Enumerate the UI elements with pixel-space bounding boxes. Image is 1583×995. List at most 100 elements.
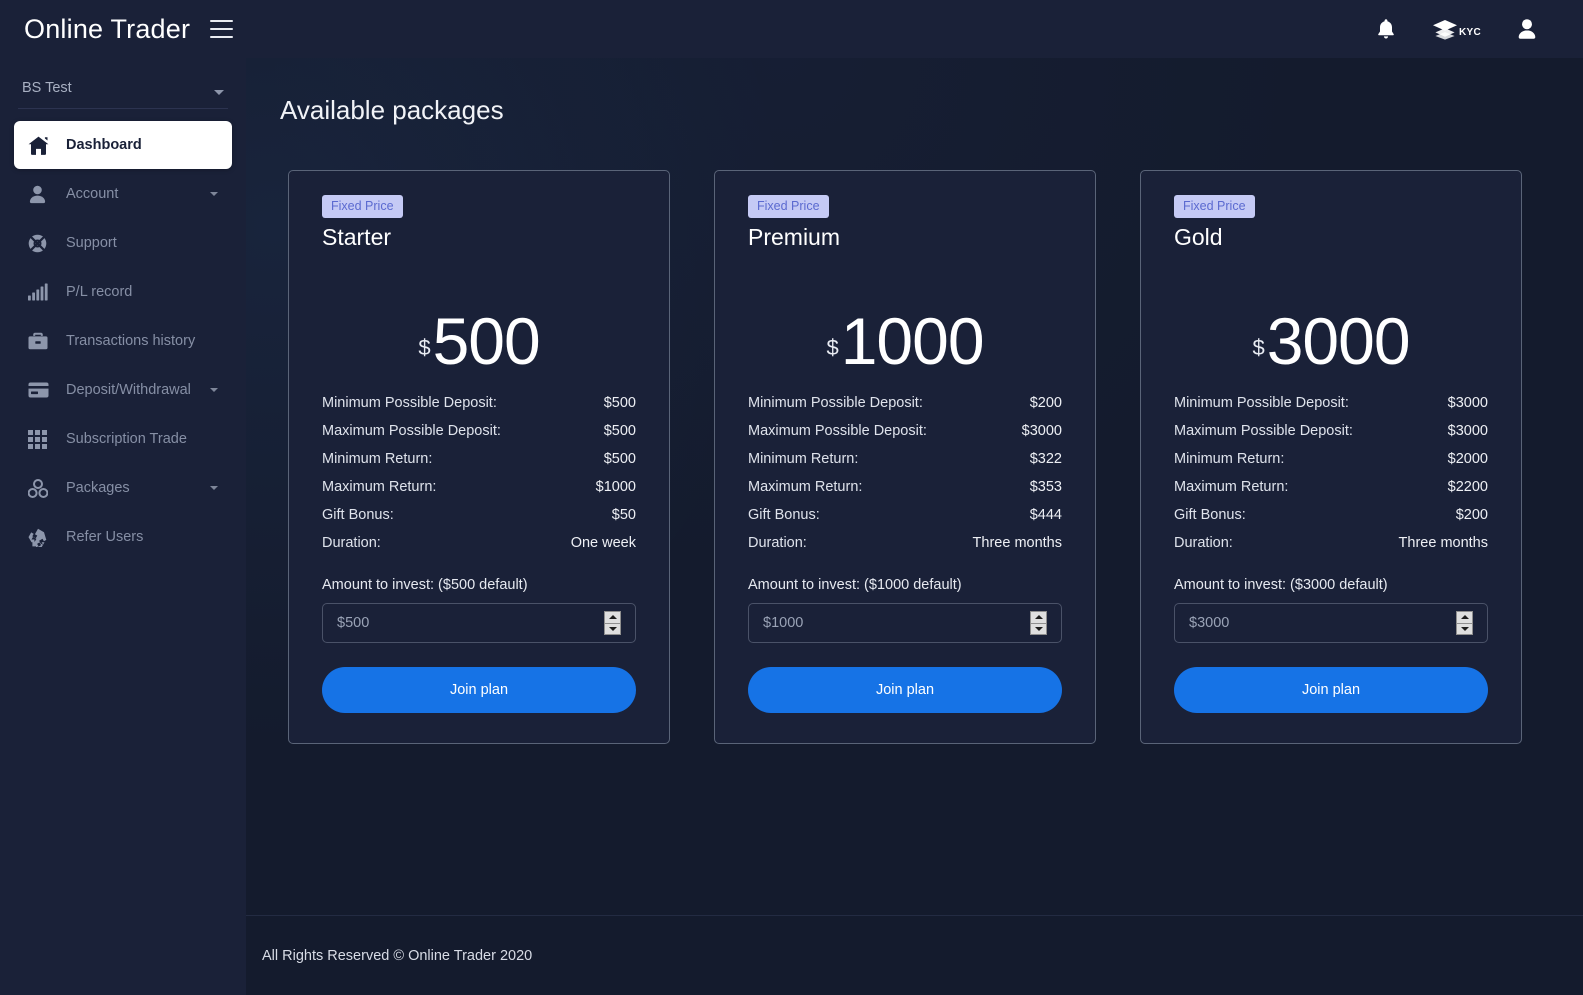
spec-value: $3000 <box>1447 423 1488 439</box>
grid-icon <box>28 429 54 449</box>
spec-value: Three months <box>972 535 1062 551</box>
packages-grid: Fixed Price Starter $ 500 Minimum Possib… <box>246 126 1583 744</box>
package-price: $ 1000 <box>748 255 1062 374</box>
spec-value: One week <box>570 535 636 551</box>
spec-value: $1000 <box>595 479 636 495</box>
spec-value: $2000 <box>1447 451 1488 467</box>
status-badge: Fixed Price <box>322 195 403 218</box>
invest-amount-field[interactable] <box>322 603 636 643</box>
chevron-down-icon <box>210 486 218 490</box>
quantity-stepper[interactable] <box>604 611 621 635</box>
spec-label: Minimum Return: <box>322 451 433 467</box>
package-card-premium: Fixed Price Premium $ 1000 Minimum Possi… <box>714 170 1096 744</box>
sidebar: BS Test Dashboard Account Support P/L re… <box>0 58 246 995</box>
invest-amount-field[interactable] <box>748 603 1062 643</box>
spec-label: Duration: <box>1174 535 1233 551</box>
spec-value: $3000 <box>1447 395 1488 411</box>
spec-label: Gift Bonus: <box>748 507 820 523</box>
sidebar-item-transactions-history[interactable]: Transactions history <box>14 317 232 365</box>
spec-row: Minimum Possible Deposit: $200 <box>748 389 1062 417</box>
package-card-gold: Fixed Price Gold $ 3000 Minimum Possible… <box>1140 170 1522 744</box>
spec-row: Minimum Possible Deposit: $3000 <box>1174 389 1488 417</box>
join-plan-button[interactable]: Join plan <box>322 667 636 713</box>
sidebar-item-packages[interactable]: Packages <box>14 464 232 512</box>
spec-row: Gift Bonus: $444 <box>748 501 1062 529</box>
invest-label: Amount to invest: ($1000 default) <box>748 577 962 593</box>
sidebar-item-label: Subscription Trade <box>66 431 187 447</box>
sidebar-item-label: Transactions history <box>66 333 196 349</box>
sidebar-item-support[interactable]: Support <box>14 219 232 267</box>
spec-label: Minimum Return: <box>1174 451 1285 467</box>
invest-amount-input[interactable] <box>337 615 604 631</box>
bar-chart-icon <box>28 283 54 301</box>
kyc-button[interactable]: KYC <box>1432 18 1481 40</box>
spec-label: Gift Bonus: <box>322 507 394 523</box>
account-selector[interactable]: BS Test <box>18 58 228 109</box>
currency-symbol: $ <box>1252 335 1265 360</box>
molecule-icon <box>28 478 54 498</box>
quantity-stepper[interactable] <box>1456 611 1473 635</box>
sidebar-item-deposit-withdrawal[interactable]: Deposit/Withdrawal <box>14 366 232 414</box>
currency-symbol: $ <box>826 335 839 360</box>
spec-value: $50 <box>611 507 636 523</box>
spec-row: Minimum Return: $500 <box>322 445 636 473</box>
stepper-down[interactable] <box>1031 624 1046 635</box>
spec-row: Minimum Return: $2000 <box>1174 445 1488 473</box>
sidebar-item-label: Deposit/Withdrawal <box>66 382 191 398</box>
stepper-up[interactable] <box>1457 612 1472 624</box>
app-title: Online Trader <box>24 13 191 44</box>
sidebar-item-subscription-trade[interactable]: Subscription Trade <box>14 415 232 463</box>
sidebar-item-account[interactable]: Account <box>14 170 232 218</box>
spec-label: Maximum Return: <box>748 479 863 495</box>
spec-value: $500 <box>603 451 636 467</box>
package-specs: Minimum Possible Deposit: $200 Maximum Po… <box>748 389 1062 557</box>
join-plan-button[interactable]: Join plan <box>748 667 1062 713</box>
layers-icon <box>1432 20 1457 40</box>
user-icon[interactable] <box>1517 18 1537 40</box>
stepper-down[interactable] <box>605 624 620 635</box>
sidebar-item-pl-record[interactable]: P/L record <box>14 268 232 316</box>
join-plan-button[interactable]: Join plan <box>1174 667 1488 713</box>
status-badge: Fixed Price <box>1174 195 1255 218</box>
hamburger-icon[interactable] <box>210 20 234 38</box>
stepper-up[interactable] <box>1031 612 1046 624</box>
sidebar-item-dashboard[interactable]: Dashboard <box>14 121 232 169</box>
package-price: $ 3000 <box>1174 255 1488 379</box>
spec-value: $3000 <box>1021 423 1062 439</box>
bell-icon[interactable] <box>1376 18 1396 40</box>
status-badge: Fixed Price <box>748 195 829 218</box>
sidebar-item-refer-users[interactable]: Refer Users <box>14 513 232 561</box>
spec-label: Maximum Return: <box>322 479 437 495</box>
invest-amount-input[interactable] <box>1189 615 1456 631</box>
spec-row: Duration: One week <box>322 529 636 557</box>
footer: All Rights Reserved © Online Trader 2020 <box>246 915 1583 995</box>
spec-value: Three months <box>1398 535 1488 551</box>
spec-label: Minimum Possible Deposit: <box>748 395 923 411</box>
sidebar-item-label: Support <box>66 235 117 251</box>
account-selector-label: BS Test <box>22 80 72 96</box>
package-name: Starter <box>322 224 392 250</box>
invest-amount-field[interactable] <box>1174 603 1488 643</box>
spec-row: Maximum Possible Deposit: $500 <box>322 417 636 445</box>
lifebuoy-icon <box>28 234 54 253</box>
price-value: 3000 <box>1266 304 1411 379</box>
spec-label: Minimum Return: <box>748 451 859 467</box>
invest-amount-input[interactable] <box>763 615 1030 631</box>
page-title: Available packages <box>280 95 504 125</box>
chevron-down-icon <box>210 388 218 392</box>
spec-label: Duration: <box>322 535 381 551</box>
spec-value: $500 <box>603 423 636 439</box>
stepper-down[interactable] <box>1457 624 1472 635</box>
spec-row: Minimum Possible Deposit: $500 <box>322 389 636 417</box>
person-icon <box>28 185 54 204</box>
sidebar-nav: Dashboard Account Support P/L record Tra… <box>0 121 246 561</box>
spec-label: Minimum Possible Deposit: <box>1174 395 1349 411</box>
invest-label: Amount to invest: ($3000 default) <box>1174 577 1388 593</box>
spec-row: Maximum Return: $2200 <box>1174 473 1488 501</box>
stepper-up[interactable] <box>605 612 620 624</box>
spec-value: $2200 <box>1447 479 1488 495</box>
quantity-stepper[interactable] <box>1030 611 1047 635</box>
sidebar-item-label: Dashboard <box>66 137 142 153</box>
spec-value: $200 <box>1455 507 1488 523</box>
package-specs: Minimum Possible Deposit: $3000 Maximum P… <box>1174 389 1488 557</box>
